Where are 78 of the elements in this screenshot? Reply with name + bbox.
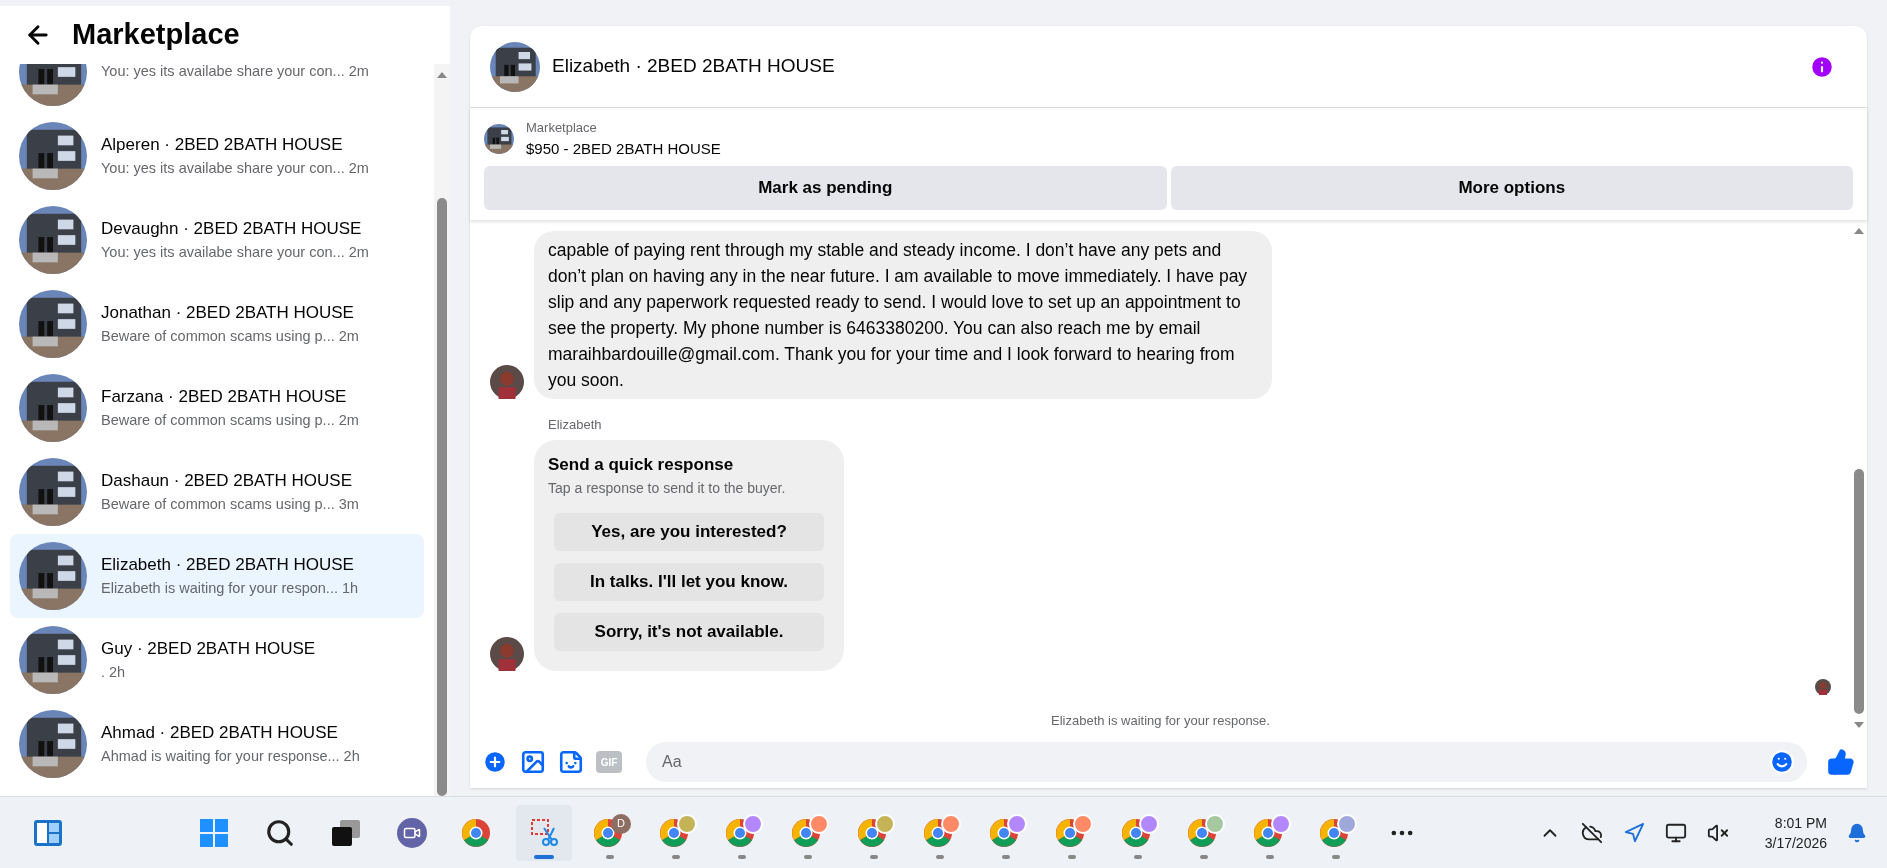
conversation-item[interactable]: Jonathan · 2BED 2BATH HOUSE Beware of common scams using p... 2m bbox=[10, 282, 424, 366]
video-chat-icon[interactable] bbox=[397, 817, 427, 848]
scrollbar-thumb[interactable] bbox=[1854, 469, 1864, 714]
sticker-icon[interactable] bbox=[558, 749, 584, 775]
read-receipt-avatar bbox=[1815, 678, 1831, 695]
message-preview: You: yes its availabe share your con... bbox=[101, 64, 345, 82]
quick-response-button[interactable]: Sorry, it's not available. bbox=[554, 612, 824, 651]
conversation-title: Jonathan · 2BED 2BATH HOUSE bbox=[101, 302, 355, 325]
quick-response-subtitle: Tap a response to send it to the buyer. bbox=[548, 478, 787, 498]
clock-date: 3/17/2026 bbox=[1764, 833, 1827, 853]
message-preview: Ahmad is waiting for your response... bbox=[101, 746, 340, 766]
message-time: 2m bbox=[348, 158, 369, 178]
conversation-title: Dashaun · 2BED 2BATH HOUSE bbox=[101, 470, 353, 493]
conversation-item[interactable]: Alperen · 2BED 2BATH HOUSE You: yes its availabe share your con... 2m bbox=[10, 114, 424, 198]
conversation-item[interactable]: Dashaun · 2BED 2BATH HOUSE Beware of common scams using p... 3m bbox=[10, 450, 424, 534]
sender-name: Elizabeth bbox=[548, 415, 603, 434]
conversation-item[interactable]: Devaughn · 2BED 2BATH HOUSE You: yes its availabe share your con... 2m bbox=[10, 198, 424, 282]
sender-avatar bbox=[490, 636, 524, 671]
profile-badge: D bbox=[611, 813, 631, 834]
task-view-icon[interactable] bbox=[331, 818, 361, 847]
widgets-icon[interactable] bbox=[33, 818, 63, 847]
waiting-status: Elizabeth is waiting for your response. bbox=[1051, 711, 1270, 730]
message-time: 2h bbox=[109, 662, 126, 682]
quick-response-button[interactable]: In talks. I'll let you know. bbox=[554, 562, 824, 601]
search-icon[interactable] bbox=[265, 817, 295, 848]
photo-icon[interactable] bbox=[520, 749, 546, 775]
clock-time: 8:01 PM bbox=[1774, 813, 1827, 833]
message-preview: Beware of common scams using p... bbox=[101, 326, 335, 346]
sidebar-title: Marketplace bbox=[72, 17, 240, 53]
windows-start-icon[interactable] bbox=[200, 818, 228, 847]
listing-thumbnail bbox=[484, 124, 514, 154]
conversation-title: Farzana · 2BED 2BATH HOUSE bbox=[101, 386, 348, 409]
scroll-down-icon[interactable] bbox=[1854, 722, 1864, 728]
message-preview: Elizabeth is waiting for your respon... bbox=[101, 578, 338, 598]
conversation-item[interactable]: Elizabeth · 2BED 2BATH HOUSE Elizabeth is waiting for your respon... 1h bbox=[10, 534, 424, 618]
conversation-item[interactable]: Guy · 2BED 2BATH HOUSE . 2h bbox=[10, 618, 424, 702]
message-time: 2m bbox=[348, 64, 369, 82]
conversation-title: Alperen · 2BED 2BATH HOUSE bbox=[101, 134, 344, 157]
message-preview: You: yes its availabe share your con... bbox=[101, 158, 345, 178]
scroll-up-icon[interactable] bbox=[1854, 228, 1864, 234]
location-icon[interactable] bbox=[1622, 821, 1645, 844]
message-preview: Beware of common scams using p... bbox=[101, 410, 335, 430]
conversation-item[interactable]: You: yes its availabe share your con... 2m bbox=[10, 64, 424, 114]
message-time: 2m bbox=[338, 326, 359, 346]
network-icon[interactable] bbox=[1664, 821, 1687, 844]
quick-response-button[interactable]: Yes, are you interested? bbox=[554, 512, 824, 551]
cloud-off-icon[interactable] bbox=[1580, 821, 1603, 844]
conversation-title: Ahmad · 2BED 2BATH HOUSE bbox=[101, 722, 339, 745]
quick-response-title: Send a quick response bbox=[548, 454, 735, 476]
message-time: 2h bbox=[343, 746, 360, 766]
scissors-icon[interactable] bbox=[530, 817, 558, 848]
message-preview: . bbox=[101, 662, 106, 682]
listing-title: $950 - 2BED 2BATH HOUSE bbox=[526, 138, 721, 159]
like-icon[interactable] bbox=[1827, 748, 1855, 776]
sender-avatar bbox=[490, 364, 524, 399]
notification-icon[interactable] bbox=[1847, 822, 1867, 843]
listing-source: Marketplace bbox=[526, 119, 598, 137]
scrollbar-thumb[interactable] bbox=[437, 198, 447, 796]
message-bubble: capable of paying rent through my stable and steady income. I don’t have any pets and don’t plan on having any in the near future. I am available to move immediately. I have pay slip and any paperwork requested ready to send. I would love to set up an appointment to see the property. My phone number is 6463380200. You can also reach me by email maraihbardouille@gmail.com. Thank you for your time and I look forward to hearing from you soon. bbox=[534, 230, 1272, 399]
scroll-up-icon[interactable] bbox=[437, 72, 447, 78]
conversation-item[interactable]: Ahmad · 2BED 2BATH HOUSE Ahmad is waiting for your response... 2h bbox=[10, 702, 424, 786]
browser-icon[interactable] bbox=[461, 817, 491, 848]
listing-action-button[interactable]: Mark as pending bbox=[484, 166, 1167, 210]
message-time: 1h bbox=[341, 578, 359, 598]
chat-title: Elizabeth · 2BED 2BATH HOUSE bbox=[552, 54, 836, 79]
listing-action-button[interactable]: More options bbox=[1170, 166, 1853, 210]
conversation-item[interactable]: Farzana · 2BED 2BATH HOUSE Beware of common scams using p... 2m bbox=[10, 366, 424, 450]
message-time: 3m bbox=[338, 494, 359, 514]
message-input[interactable]: Aa bbox=[646, 742, 1807, 782]
conversation-title: Guy · 2BED 2BATH HOUSE bbox=[101, 638, 316, 661]
conversation-title: Elizabeth · 2BED 2BATH HOUSE bbox=[101, 554, 355, 577]
message-time: 2m bbox=[348, 242, 369, 262]
message-preview: You: yes its availabe share your con... bbox=[101, 242, 345, 262]
chat-avatar bbox=[490, 41, 540, 92]
add-icon[interactable] bbox=[482, 749, 508, 775]
message-time: 2m bbox=[338, 410, 359, 430]
conversation-title: Devaughn · 2BED 2BATH HOUSE bbox=[101, 218, 363, 241]
message-preview: Beware of common scams using p... bbox=[101, 494, 335, 514]
